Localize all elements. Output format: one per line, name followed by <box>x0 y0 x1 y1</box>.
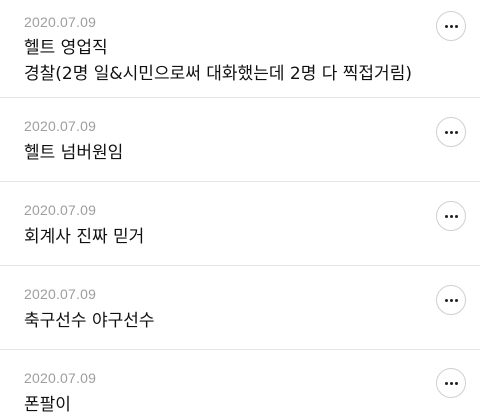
more-horizontal-icon <box>444 130 448 134</box>
comment-item: 2020.07.09 축구선수 야구선수 <box>0 266 480 350</box>
comment-text-line: 경찰(2명 일&시민으로써 대화했는데 2명 다 찍접거림) <box>24 64 412 84</box>
comment-date: 2020.07.09 <box>24 14 97 30</box>
comment-item: 2020.07.09 회계사 진짜 믿거 <box>0 182 480 266</box>
more-options-button[interactable] <box>436 201 466 231</box>
comment-date: 2020.07.09 <box>24 202 97 218</box>
comment-item: 2020.07.09 헬트 넘버원임 <box>0 98 480 182</box>
comment-item: 2020.07.09 헬트 영업직 경찰(2명 일&시민으로써 대화했는데 2명… <box>0 0 480 98</box>
more-horizontal-icon <box>444 381 448 385</box>
comment-text-line: 폰팔이 <box>24 395 71 415</box>
comment-text-line: 축구선수 야구선수 <box>24 311 155 331</box>
more-horizontal-icon <box>444 24 448 28</box>
comment-text-line: 헬트 넘버원임 <box>24 143 124 163</box>
comment-text-line: 헬트 영업직 <box>24 38 108 58</box>
more-options-button[interactable] <box>436 285 466 315</box>
more-options-button[interactable] <box>436 117 466 147</box>
comment-text-line: 회계사 진짜 믿거 <box>24 227 145 247</box>
comment-item: 2020.07.09 폰팔이 <box>0 350 480 420</box>
comment-date: 2020.07.09 <box>24 286 97 302</box>
more-options-button[interactable] <box>436 368 466 398</box>
more-horizontal-icon <box>444 214 448 218</box>
more-options-button[interactable] <box>436 11 466 41</box>
comment-date: 2020.07.09 <box>24 370 97 386</box>
comment-date: 2020.07.09 <box>24 118 97 134</box>
more-horizontal-icon <box>444 298 448 302</box>
comment-list: 2020.07.09 헬트 영업직 경찰(2명 일&시민으로써 대화했는데 2명… <box>0 0 480 420</box>
